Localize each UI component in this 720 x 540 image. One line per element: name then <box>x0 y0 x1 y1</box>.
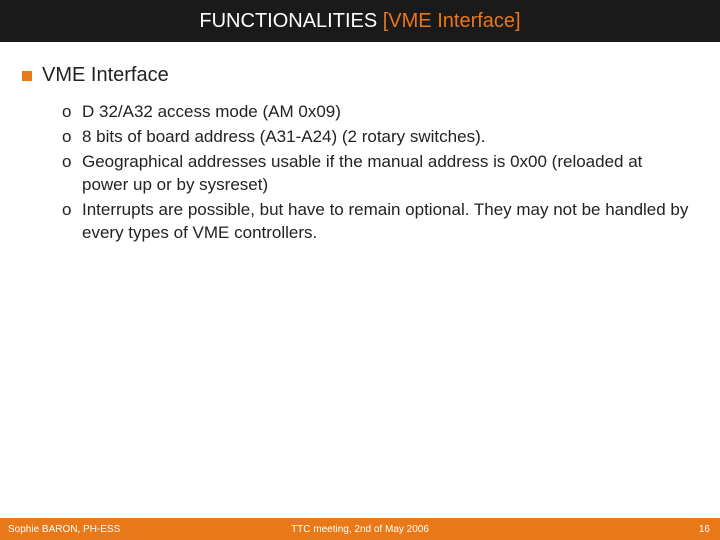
section-row: VME Interface <box>22 64 720 87</box>
page-number: 16 <box>699 524 710 535</box>
list-item-text: D 32/A32 access mode (AM 0x09) <box>82 101 341 124</box>
list-item-text: Interrupts are possible, but have to rem… <box>82 199 692 245</box>
list-item: o D 32/A32 access mode (AM 0x09) <box>62 101 720 124</box>
content-area: VME Interface o D 32/A32 access mode (AM… <box>0 42 720 245</box>
circle-marker-icon: o <box>62 151 74 174</box>
circle-marker-icon: o <box>62 199 74 222</box>
list-item-text: Geographical addresses usable if the man… <box>82 151 692 197</box>
list-item: o 8 bits of board address (A31-A24) (2 r… <box>62 126 720 149</box>
square-bullet-icon <box>22 71 32 81</box>
circle-marker-icon: o <box>62 101 74 124</box>
title-prefix: FUNCTIONALITIES <box>199 10 382 32</box>
footer-bar: Sophie BARON, PH-ESS TTC meeting, 2nd of… <box>0 518 720 540</box>
bullet-list: o D 32/A32 access mode (AM 0x09) o 8 bit… <box>22 101 720 245</box>
list-item: o Interrupts are possible, but have to r… <box>62 199 720 245</box>
section-heading: VME Interface <box>42 64 169 87</box>
title-bar: FUNCTIONALITIES [VME Interface] <box>0 0 720 42</box>
title-suffix: [VME Interface] <box>383 10 521 32</box>
footer-author: Sophie BARON, PH-ESS <box>8 524 120 535</box>
circle-marker-icon: o <box>62 126 74 149</box>
slide-title: FUNCTIONALITIES [VME Interface] <box>199 10 520 33</box>
list-item-text: 8 bits of board address (A31-A24) (2 rot… <box>82 126 485 149</box>
list-item: o Geographical addresses usable if the m… <box>62 151 720 197</box>
